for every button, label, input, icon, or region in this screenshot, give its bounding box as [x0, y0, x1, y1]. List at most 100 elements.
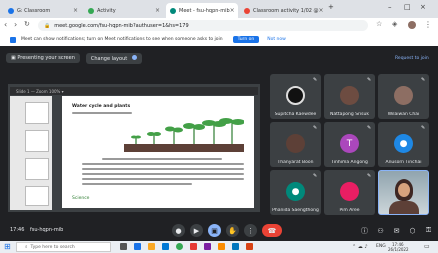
- minimize-button[interactable]: –: [388, 3, 392, 11]
- browser-tab-meet[interactable]: Meet - fsu-hqpn-mib ×: [166, 3, 238, 18]
- people-button[interactable]: ⚇: [374, 224, 387, 237]
- record-favicon-icon: [244, 7, 250, 14]
- notification-icon[interactable]: ▭: [424, 243, 430, 250]
- participant-avatar: [286, 86, 305, 105]
- participant-tile[interactable]: ✎ ● Anusorn Tinchai: [378, 122, 429, 167]
- address-bar[interactable]: 🔒 meet.google.com/fsu-hqpn-mib?authuser=…: [38, 20, 368, 31]
- slide-text-line: [82, 168, 244, 170]
- slide-text-line: [72, 112, 132, 114]
- browser-tab-activity-2[interactable]: Classroom activity 1/02 @ ×: [240, 3, 324, 18]
- menu-kebab-icon[interactable]: ⋮: [424, 20, 432, 29]
- close-icon[interactable]: ×: [319, 7, 324, 14]
- more-options-button[interactable]: ⋮: [244, 224, 257, 237]
- forward-icon[interactable]: ›: [14, 20, 17, 29]
- clock-date[interactable]: 26/1/2022: [388, 247, 409, 252]
- slide-thumbnail[interactable]: [25, 130, 49, 152]
- reload-icon[interactable]: ↻: [24, 20, 30, 28]
- close-icon[interactable]: ×: [230, 7, 235, 14]
- file-explorer-icon[interactable]: [148, 243, 155, 250]
- lock-button[interactable]: ⚿: [422, 224, 435, 237]
- hand-icon: ✋: [228, 226, 237, 235]
- back-icon[interactable]: ‹: [4, 20, 7, 29]
- turn-on-button[interactable]: Turn on: [232, 36, 260, 43]
- self-video-tile[interactable]: [378, 170, 429, 215]
- maximize-button[interactable]: □: [404, 3, 411, 11]
- taskbar-search[interactable]: ⌕ Type here to search: [16, 242, 111, 252]
- not-now-link[interactable]: Not now: [267, 37, 286, 42]
- close-icon[interactable]: ×: [155, 7, 160, 14]
- meeting-time: 17:46: [10, 227, 25, 233]
- edge-icon[interactable]: [134, 243, 141, 250]
- mic-button[interactable]: ●: [172, 224, 185, 237]
- raise-hand-button[interactable]: ✋: [226, 224, 239, 237]
- toggle-icon: [131, 54, 137, 60]
- powerpoint-icon[interactable]: [246, 243, 253, 250]
- slide-thumbnail-panel[interactable]: [10, 96, 52, 210]
- layout-chip[interactable]: Change layout: [85, 52, 142, 64]
- slide-thumbnail[interactable]: [25, 158, 49, 180]
- close-icon[interactable]: ×: [73, 7, 78, 14]
- browser-tab-activity[interactable]: Activity ×: [84, 3, 164, 18]
- more-icon: ⋮: [247, 226, 254, 235]
- leave-call-button[interactable]: ☎: [262, 224, 282, 237]
- participant-tile[interactable]: ✎ Thanyarat Boon: [270, 122, 321, 167]
- people-icon: ⚇: [377, 226, 384, 235]
- participant-name: Anusorn Tinchai: [385, 160, 422, 165]
- camera-button[interactable]: ▶: [190, 224, 203, 237]
- classroom-favicon-icon: [8, 7, 14, 14]
- info-icon: ⓘ: [361, 226, 368, 235]
- chat-button[interactable]: ✉: [390, 224, 403, 237]
- mic-off-icon: ✎: [313, 173, 318, 179]
- slide-thumbnail[interactable]: [25, 102, 49, 124]
- windows-start-icon[interactable]: ⊞: [4, 242, 11, 251]
- slide-title: Water cycle and plants: [72, 104, 131, 109]
- camera-icon: ▶: [193, 226, 200, 235]
- word-icon[interactable]: [232, 243, 239, 250]
- mic-off-icon: ✎: [313, 125, 318, 131]
- participant-name: Nattapong Srisuk: [330, 112, 369, 117]
- app-icon[interactable]: [204, 243, 211, 250]
- participant-tile[interactable]: ✎ Nattapong Srisuk: [324, 74, 375, 119]
- activities-button[interactable]: ⬡: [406, 224, 419, 237]
- tab-label: Meet - fsu-hqpn-mib: [179, 7, 230, 14]
- mic-off-icon: ✎: [367, 125, 372, 131]
- url-text: meet.google.com/fsu-hqpn-mib?authuser=1&…: [54, 22, 189, 29]
- extensions-icon[interactable]: ◈: [392, 20, 397, 28]
- activities-icon: ⬡: [409, 226, 416, 235]
- tab-label: Classroom activity 1/02 @: [253, 7, 319, 14]
- participant-avatar: T: [340, 134, 359, 153]
- slide-thumbnail[interactable]: [25, 186, 49, 206]
- bookmark-star-icon[interactable]: ☆: [376, 20, 382, 28]
- tray-icons[interactable]: ⌃ ☁ ♪: [352, 244, 368, 250]
- participant-tile[interactable]: ✎ T Tinhima Angong: [324, 122, 375, 167]
- task-view-icon[interactable]: [120, 243, 127, 250]
- participant-name: Thanyarat Boon: [277, 160, 314, 165]
- lock-icon: 🔒: [44, 22, 51, 29]
- present-icon: ▣: [211, 226, 218, 235]
- app-icon[interactable]: [190, 243, 197, 250]
- person-icon: ●: [286, 182, 305, 201]
- presenting-chip[interactable]: ▣ Presenting your screen: [6, 53, 80, 63]
- participant-tile[interactable]: ✎ Pim Aree: [324, 170, 375, 215]
- language-indicator[interactable]: ENG: [376, 244, 386, 249]
- participant-tile[interactable]: ✎ Supitcha Kaewdee: [270, 74, 321, 119]
- participant-name: Supitcha Kaewdee: [274, 112, 317, 117]
- participant-tile[interactable]: ✎ ● Phanida Saengthong: [270, 170, 321, 215]
- mic-off-icon: ✎: [313, 77, 318, 83]
- browser-tab-classroom[interactable]: G: Classroom ×: [4, 3, 82, 18]
- new-tab-button[interactable]: +: [328, 3, 334, 11]
- store-icon[interactable]: [162, 243, 169, 250]
- phone-hangup-icon: ☎: [267, 226, 277, 235]
- mic-off-icon: ✎: [421, 77, 426, 83]
- profile-avatar[interactable]: [408, 21, 416, 29]
- present-button[interactable]: ▣: [208, 224, 221, 237]
- chrome-icon[interactable]: [176, 243, 183, 250]
- notification-banner: Meet can show notifications; turn on Mee…: [0, 33, 438, 47]
- request-link[interactable]: Request to join: [395, 56, 429, 61]
- participant-tile[interactable]: ✎ Wilaiwan Chai: [378, 74, 429, 119]
- presenting-label: Presenting your screen: [17, 55, 75, 61]
- close-window-button[interactable]: ×: [420, 3, 426, 11]
- app-icon[interactable]: [218, 243, 225, 250]
- slide-text-line: [82, 178, 244, 180]
- info-button[interactable]: ⓘ: [358, 224, 371, 237]
